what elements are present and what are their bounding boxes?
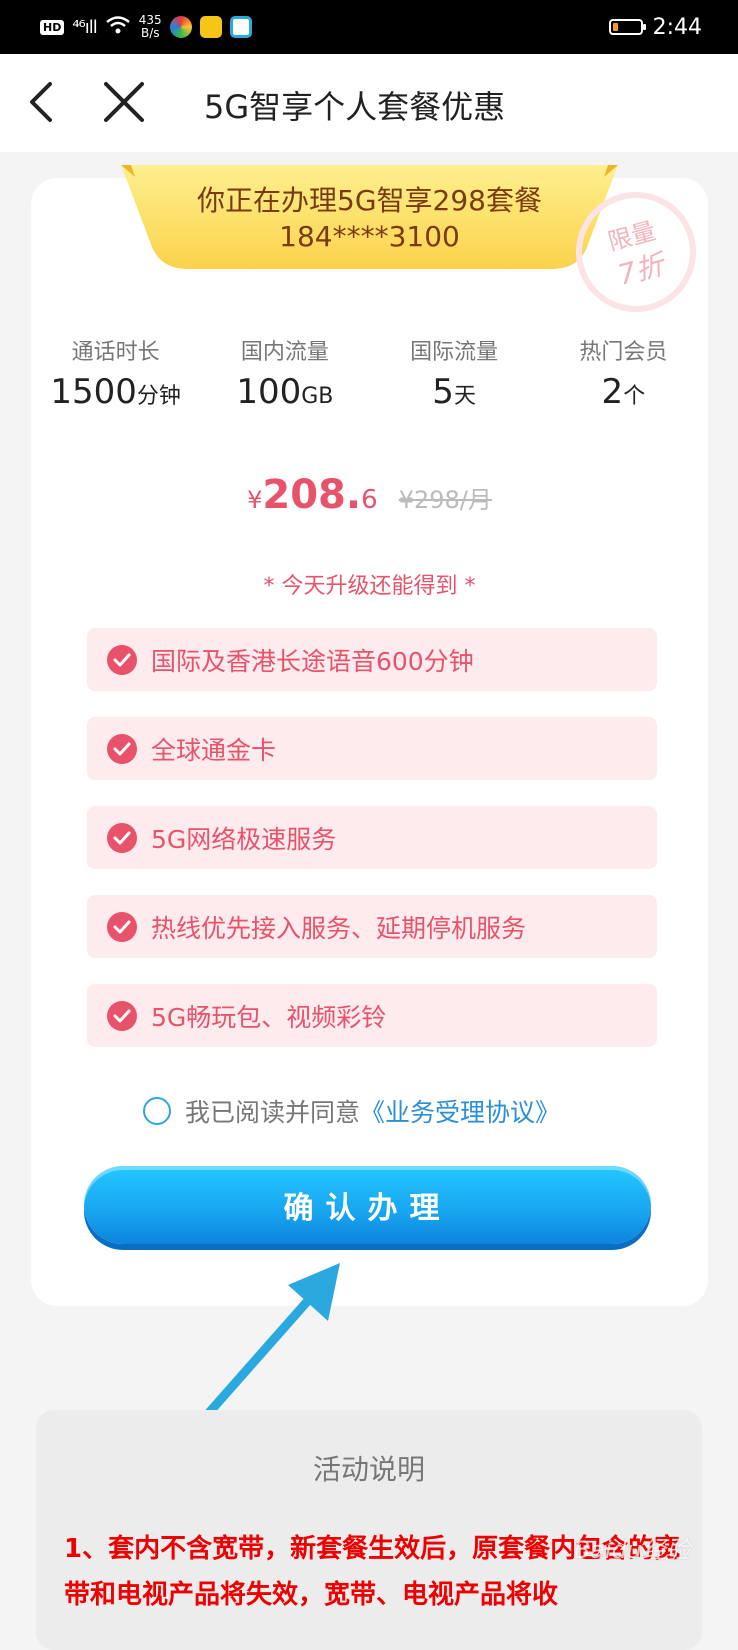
banner-line-package: 你正在办理5G智享298套餐 <box>197 184 542 217</box>
signal-icon: ⁴⁶ıll <box>72 16 97 38</box>
check-icon <box>107 911 137 942</box>
back-icon[interactable] <box>22 80 66 124</box>
nav-bar: 5G智享个人套餐优惠 <box>0 54 738 152</box>
status-bar: HD ⁴⁶ıll 435 B/s 2:44 <box>0 0 738 54</box>
app-icon-bank <box>199 16 222 38</box>
notice-title: 活动说明 <box>312 1453 425 1486</box>
benefit-item: 热线优先接入服务、延期停机服务 <box>87 895 657 958</box>
agreement-link[interactable]: 《业务受理协议》 <box>360 1093 560 1129</box>
benefit-item: 国际及香港长途语音600分钟 <box>87 628 657 691</box>
original-price: ¥298/月 <box>398 486 492 514</box>
agreement-row: 我已阅读并同意 《业务受理协议》 <box>143 1093 560 1129</box>
benefit-item: 全球通金卡 <box>87 717 657 780</box>
price-row: ¥208.6 ¥298/月 <box>31 472 708 518</box>
page-title: 5G智享个人套餐优惠 <box>204 88 506 126</box>
stat-domestic-data: 国内流量 100GB <box>236 340 334 412</box>
network-speed: 435 B/s <box>138 13 162 40</box>
check-icon <box>107 733 137 764</box>
close-icon[interactable] <box>100 80 148 124</box>
battery-icon <box>608 19 646 35</box>
check-icon <box>107 644 137 675</box>
price-main: 208. <box>262 472 362 518</box>
stat-call-time: 通话时长 1500分钟 <box>50 340 181 412</box>
agreement-text: 我已阅读并同意 <box>185 1098 361 1127</box>
hd-badge: HD <box>40 19 65 35</box>
price-decimal: 6 <box>361 485 378 515</box>
check-icon <box>107 822 137 853</box>
benefit-item: 5G网络极速服务 <box>87 806 657 869</box>
benefit-item: 5G畅玩包、视频彩铃 <box>87 984 657 1047</box>
price-currency: ¥ <box>247 486 263 514</box>
clock: 2:44 <box>652 14 702 40</box>
watermark: Baidu经验 <box>573 1536 690 1564</box>
gift-title: * 今天升级还能得到 * <box>263 574 476 599</box>
app-icon-china-mobile <box>229 16 252 38</box>
banner-line-phone: 184****3100 <box>279 220 460 253</box>
banner-text: 你正在办理5G智享298套餐 184****3100 <box>121 183 618 255</box>
check-icon <box>107 1000 137 1031</box>
app-icon-color-wheel <box>169 16 192 38</box>
stat-international-data: 国际流量 5天 <box>410 340 499 412</box>
agree-radio[interactable] <box>143 1097 171 1125</box>
benefit-list: 国际及香港长途语音600分钟 全球通金卡 5G网络极速服务 热线优先接入服务、延… <box>87 628 657 1073</box>
package-stats: 通话时长 1500分钟 国内流量 100GB 国际流量 5天 热门会员 2个 <box>31 334 708 412</box>
wifi-icon <box>105 15 131 39</box>
stat-membership: 热门会员 2个 <box>579 340 668 412</box>
confirm-button[interactable]: 确认办理 <box>84 1166 651 1244</box>
